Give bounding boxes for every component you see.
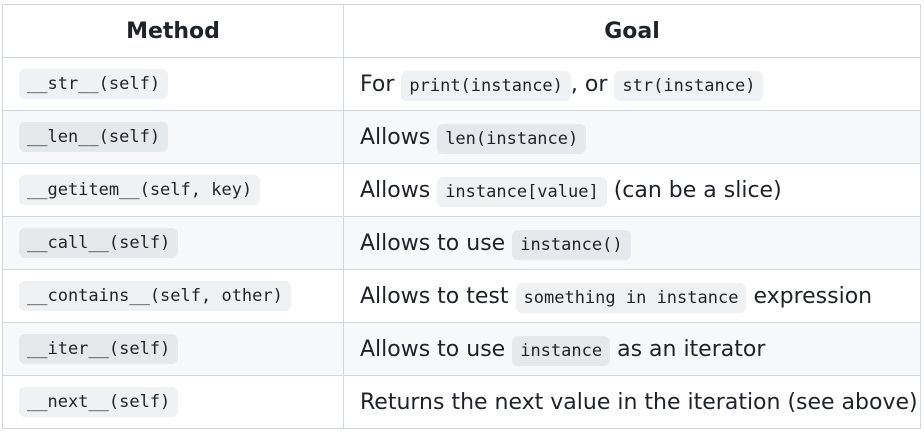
- method-cell: __len__(self): [2, 110, 344, 164]
- method-code: __next__(self): [19, 387, 179, 417]
- goal-text: expression: [746, 283, 873, 309]
- table-row: __len__(self) Allows len(instance): [2, 110, 921, 164]
- goal-code: print(instance): [401, 70, 571, 101]
- table-row: __contains__(self, other) Allows to test…: [2, 269, 921, 323]
- goal-code: len(instance): [437, 123, 587, 154]
- goal-text: as an iterator: [610, 336, 766, 362]
- goal-text: Allows to use: [360, 336, 513, 362]
- goal-code: something in instance: [515, 282, 747, 313]
- table-row: __call__(self) Allows to use instance(): [2, 216, 921, 270]
- method-code: __call__(self): [19, 228, 179, 258]
- method-code: __len__(self): [19, 122, 169, 152]
- goal-cell: Allows len(instance): [343, 110, 921, 164]
- goal-text: Allows: [360, 124, 438, 150]
- goal-code: instance: [512, 335, 611, 366]
- goal-text: Allows: [360, 177, 438, 203]
- goal-text: Returns the next value in the iteration …: [360, 389, 918, 415]
- goal-code: instance(): [512, 229, 631, 260]
- method-cell: __next__(self): [2, 375, 344, 429]
- method-cell: __getitem__(self, key): [2, 163, 344, 217]
- goal-cell: Allows to use instance(): [343, 216, 921, 270]
- goal-cell: Returns the next value in the iteration …: [343, 375, 921, 429]
- goal-cell: Allows to use instance as an iterator: [343, 322, 921, 376]
- goal-code: str(instance): [614, 70, 764, 101]
- goal-cell: Allows to test something in instance exp…: [343, 269, 921, 323]
- table-row: __str__(self) For print(instance), or st…: [2, 57, 921, 111]
- table-row: __next__(self) Returns the next value in…: [2, 375, 921, 429]
- table-body: __str__(self) For print(instance), or st…: [2, 57, 921, 429]
- goal-text: Allows to test: [360, 283, 516, 309]
- header-method: Method: [2, 4, 344, 58]
- goal-text: (can be a slice): [606, 177, 782, 203]
- method-code: __getitem__(self, key): [19, 175, 261, 205]
- method-code: __iter__(self): [19, 334, 179, 364]
- goal-text: Allows to use: [360, 230, 513, 256]
- method-code: __str__(self): [19, 69, 169, 99]
- header-row: Method Goal: [2, 4, 921, 58]
- goal-cell: For print(instance), or str(instance): [343, 57, 921, 111]
- goal-cell: Allows instance[value] (can be a slice): [343, 163, 921, 217]
- goal-text: , or: [570, 71, 615, 97]
- goal-text: For: [360, 71, 402, 97]
- table-row: __getitem__(self, key) Allows instance[v…: [2, 163, 921, 217]
- method-cell: __call__(self): [2, 216, 344, 270]
- header-goal: Goal: [343, 4, 921, 58]
- methods-table: Method Goal __str__(self) For print(inst…: [2, 4, 921, 429]
- method-code: __contains__(self, other): [19, 281, 291, 311]
- method-cell: __contains__(self, other): [2, 269, 344, 323]
- table-row: __iter__(self) Allows to use instance as…: [2, 322, 921, 376]
- goal-code: instance[value]: [437, 176, 607, 207]
- method-cell: __str__(self): [2, 57, 344, 111]
- method-cell: __iter__(self): [2, 322, 344, 376]
